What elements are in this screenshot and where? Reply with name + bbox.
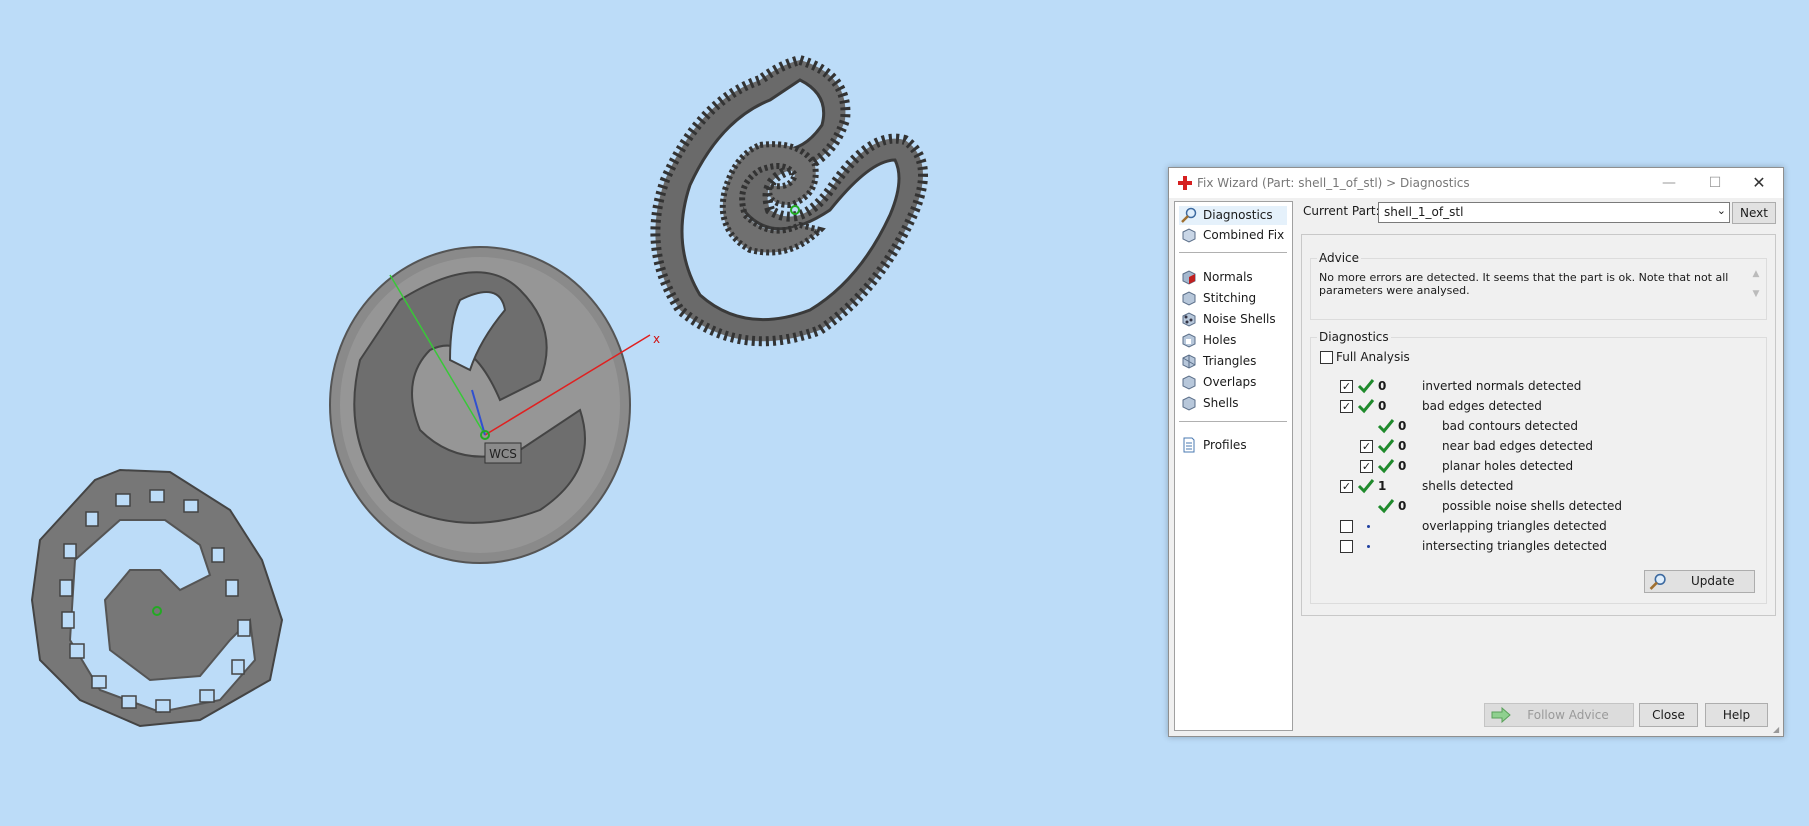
- nav-item-profiles[interactable]: Profiles: [1179, 436, 1287, 455]
- maximize-button[interactable]: ☐: [1693, 171, 1737, 195]
- green-check-icon: [1357, 379, 1375, 394]
- bad-edges-count: 0: [1378, 399, 1387, 413]
- full-analysis-label: Full Analysis: [1336, 350, 1410, 364]
- nav-item-holes[interactable]: Holes: [1179, 331, 1287, 350]
- nav-item-shells[interactable]: Shells: [1179, 394, 1287, 413]
- full-analysis-checkbox[interactable]: [1320, 351, 1333, 364]
- current-part-label: Current Part:: [1303, 204, 1380, 218]
- help-button[interactable]: Help: [1705, 703, 1768, 727]
- red-cross-icon: [1178, 176, 1192, 190]
- noise-shells-icon: [1182, 312, 1196, 327]
- shells-label: shells detected: [1422, 479, 1514, 493]
- green-arrow-icon: [1491, 707, 1511, 723]
- noise-shells-count: 0: [1398, 499, 1407, 513]
- overlapping-triangles-label: overlapping triangles detected: [1422, 519, 1607, 533]
- beaded-g-model[interactable]: [650, 54, 928, 347]
- dialog-body: Diagnostics Combined Fix Normals Stitchi…: [1169, 198, 1783, 736]
- bad-edges-checkbox[interactable]: ✓: [1340, 400, 1353, 413]
- planar-holes-count: 0: [1398, 459, 1407, 473]
- next-button[interactable]: Next: [1732, 202, 1776, 224]
- title-bar[interactable]: Fix Wizard (Part: shell_1_of_stl) > Diag…: [1169, 168, 1783, 198]
- update-button[interactable]: Update: [1644, 570, 1755, 593]
- shells-checkbox[interactable]: ✓: [1340, 480, 1353, 493]
- advice-scrollbar[interactable]: ▲ ▼: [1749, 269, 1763, 309]
- pending-dot-icon: [1367, 525, 1370, 528]
- inverted-normals-label: inverted normals detected: [1422, 379, 1582, 393]
- wcs-label: WCS: [489, 447, 517, 461]
- fix-wizard-dialog: Fix Wizard (Part: shell_1_of_stl) > Diag…: [1168, 167, 1784, 737]
- green-check-icon: [1357, 479, 1375, 494]
- green-check-icon: [1357, 399, 1375, 414]
- green-check-icon: [1377, 499, 1395, 514]
- follow-advice-button[interactable]: Follow Advice: [1484, 703, 1634, 727]
- triangles-cube-icon: [1182, 354, 1196, 369]
- advice-text: No more errors are detected. It seems th…: [1319, 271, 1729, 297]
- current-part-select[interactable]: shell_1_of_stl ⌄: [1378, 202, 1730, 223]
- inverted-normals-count: 0: [1378, 379, 1387, 393]
- nav-item-overlaps[interactable]: Overlaps: [1179, 373, 1287, 392]
- intersecting-triangles-checkbox[interactable]: [1340, 540, 1353, 553]
- magnifier-icon: [1649, 573, 1666, 590]
- normals-cube-icon: [1182, 270, 1196, 285]
- green-check-icon: [1377, 439, 1395, 454]
- noise-shells-label: possible noise shells detected: [1442, 499, 1623, 513]
- nav-separator: [1179, 421, 1287, 422]
- document-icon: [1183, 437, 1195, 453]
- shells-cube-icon: [1182, 396, 1196, 411]
- nav-item-normals[interactable]: Normals: [1179, 268, 1287, 287]
- pending-dot-icon: [1367, 545, 1370, 548]
- nav-separator: [1179, 252, 1287, 253]
- near-bad-edges-count: 0: [1398, 439, 1407, 453]
- cube-icon: [1182, 228, 1196, 243]
- diagnostics-title: Diagnostics: [1317, 330, 1391, 344]
- diagnostics-group: Diagnostics Full Analysis ✓ 0 inverted n…: [1310, 330, 1767, 604]
- nav-item-diagnostics[interactable]: Diagnostics: [1179, 206, 1287, 225]
- nav-item-combined-fix[interactable]: Combined Fix: [1179, 226, 1287, 245]
- near-bad-edges-label: near bad edges detected: [1442, 439, 1593, 453]
- resize-grip-icon[interactable]: ◢: [1773, 726, 1781, 734]
- inverted-normals-checkbox[interactable]: ✓: [1340, 380, 1353, 393]
- minimize-button[interactable]: —: [1647, 171, 1691, 195]
- green-check-icon: [1377, 459, 1395, 474]
- bad-edges-label: bad edges detected: [1422, 399, 1542, 413]
- stitching-cube-icon: [1182, 291, 1196, 306]
- planar-holes-label: planar holes detected: [1442, 459, 1574, 473]
- overlaps-cube-icon: [1182, 375, 1196, 390]
- near-bad-edges-checkbox[interactable]: ✓: [1360, 440, 1373, 453]
- green-check-icon: [1377, 419, 1395, 434]
- bad-contours-count: 0: [1398, 419, 1407, 433]
- supported-g-model[interactable]: WCS x: [329, 246, 660, 564]
- advice-title: Advice: [1317, 251, 1362, 265]
- x-axis-label: x: [653, 332, 660, 346]
- nav-item-triangles[interactable]: Triangles: [1179, 352, 1287, 371]
- shells-count: 1: [1378, 479, 1387, 493]
- close-button[interactable]: Close: [1639, 703, 1698, 727]
- nav-item-stitching[interactable]: Stitching: [1179, 289, 1287, 308]
- intersecting-triangles-label: intersecting triangles detected: [1422, 539, 1607, 553]
- advice-group: Advice No more errors are detected. It s…: [1310, 251, 1767, 320]
- close-window-button[interactable]: ✕: [1737, 171, 1781, 195]
- holes-cube-icon: [1182, 333, 1196, 348]
- chevron-down-icon: ⌄: [1716, 204, 1726, 217]
- window-title: Fix Wizard (Part: shell_1_of_stl) > Diag…: [1197, 176, 1470, 190]
- nav-item-noise-shells[interactable]: Noise Shells: [1179, 310, 1287, 329]
- fix-category-list: Diagnostics Combined Fix Normals Stitchi…: [1174, 201, 1293, 731]
- bad-contours-label: bad contours detected: [1442, 419, 1578, 433]
- diagnostics-panel: Advice No more errors are detected. It s…: [1301, 234, 1776, 616]
- overlapping-triangles-checkbox[interactable]: [1340, 520, 1353, 533]
- magnifier-icon: [1181, 207, 1197, 223]
- planar-holes-checkbox[interactable]: ✓: [1360, 460, 1373, 473]
- lattice-g-model[interactable]: [30, 468, 284, 728]
